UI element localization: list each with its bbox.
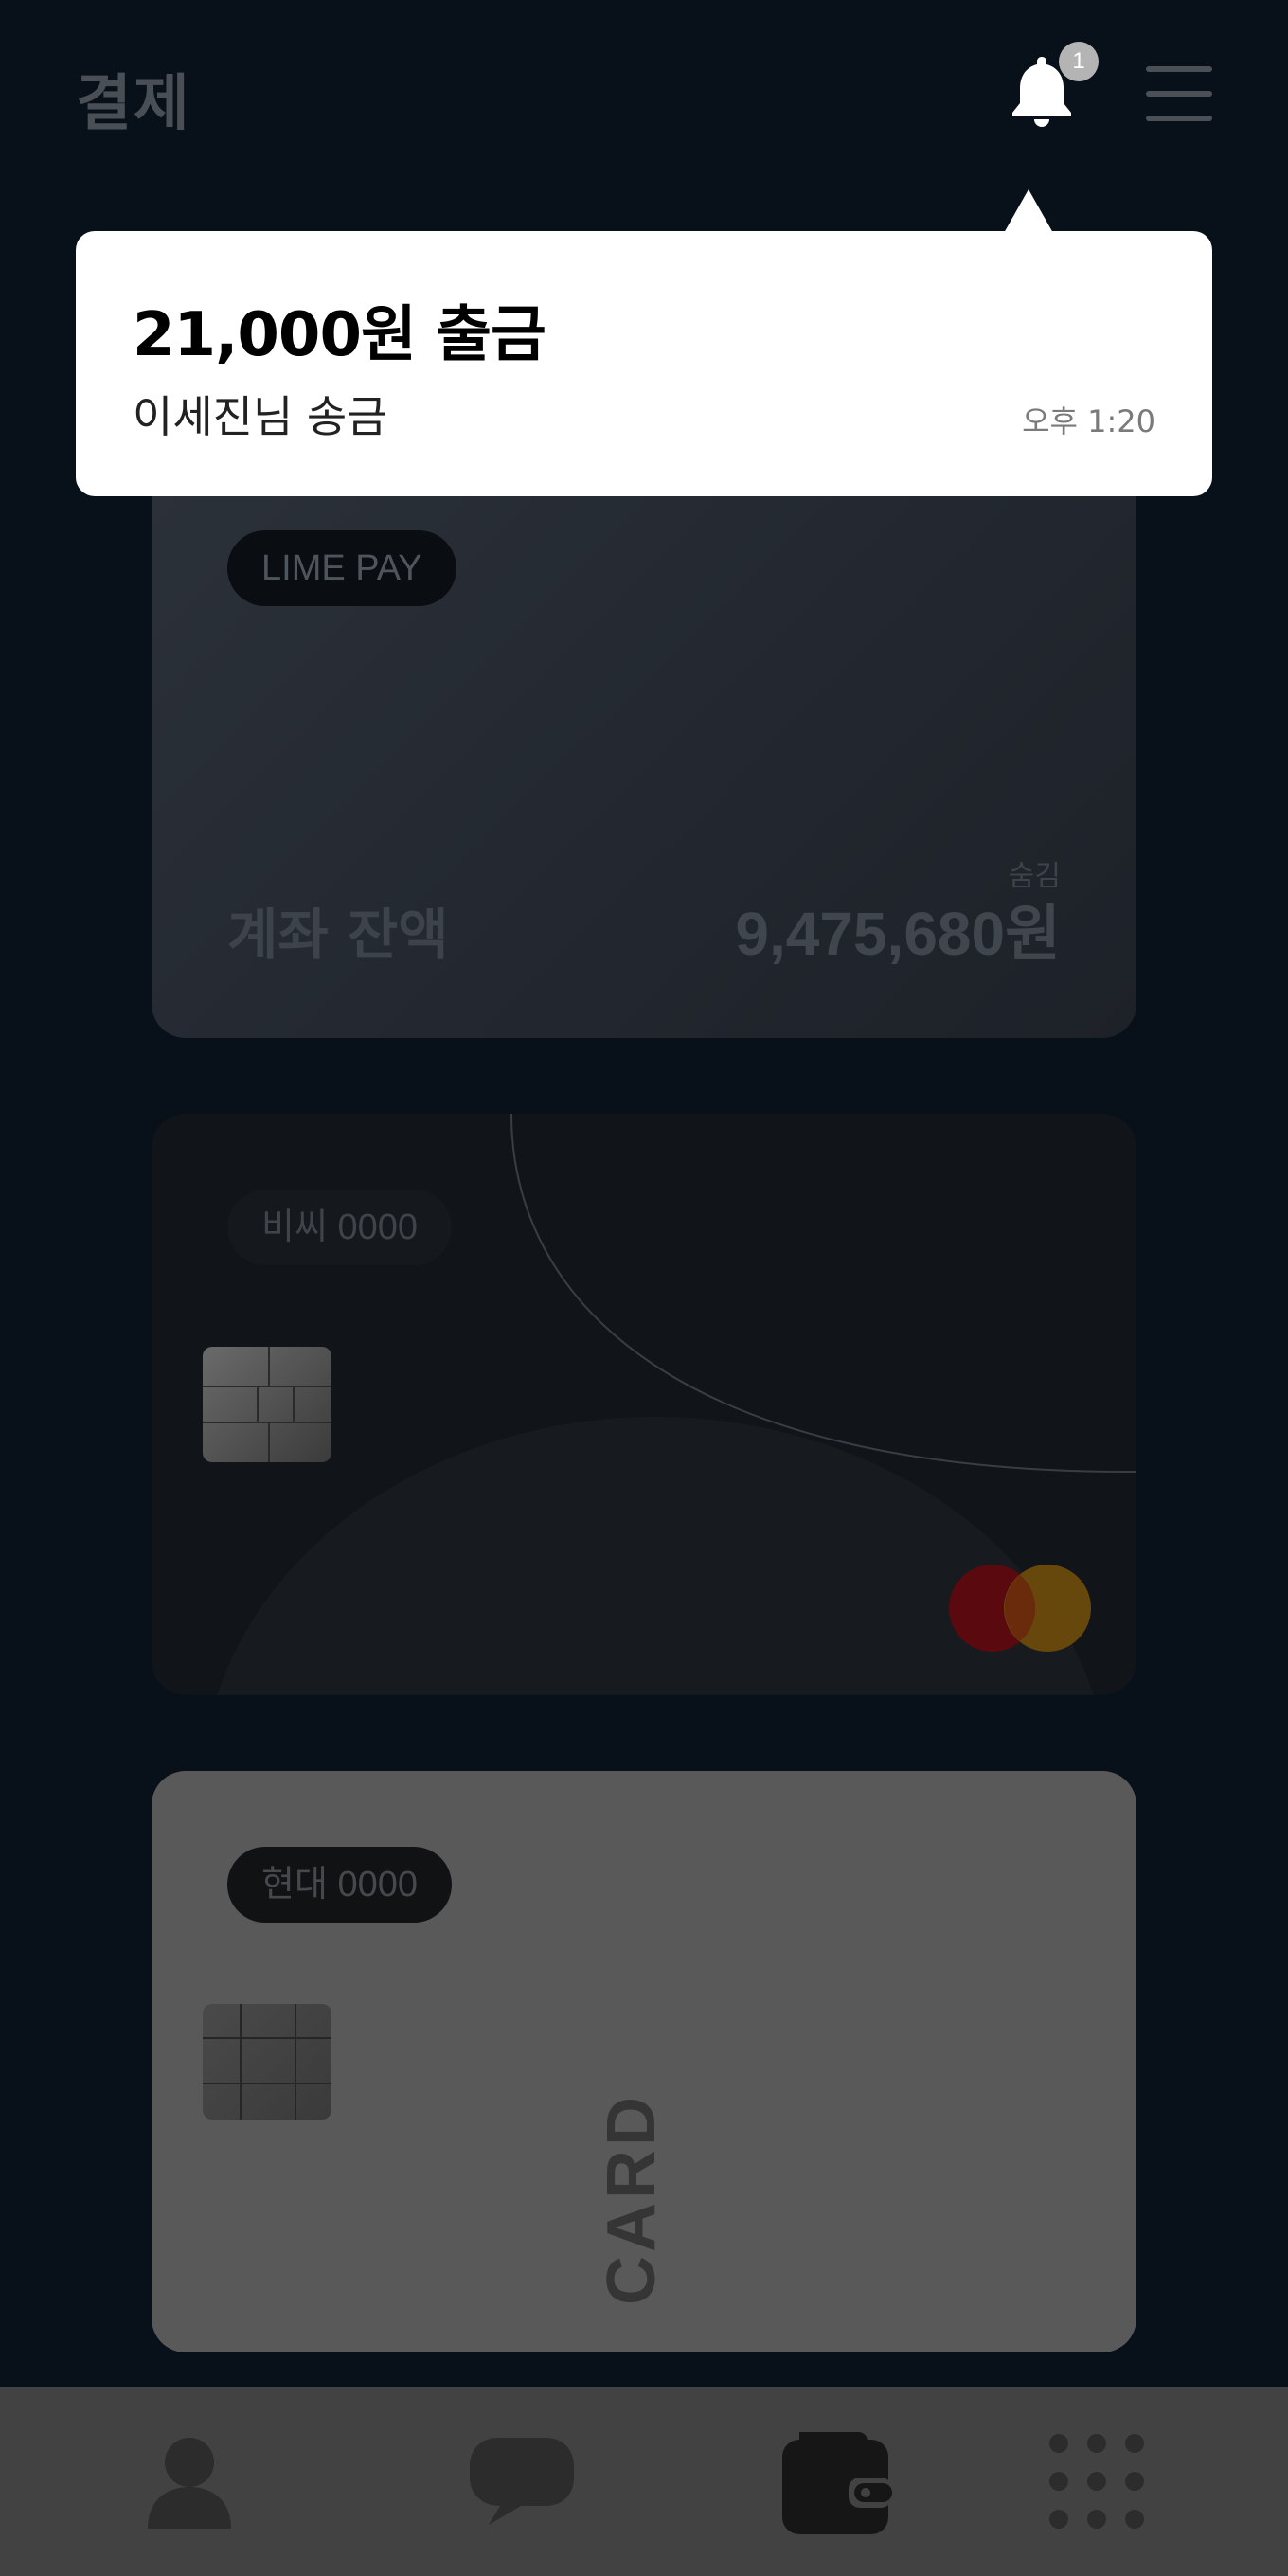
- page-title: 결제: [76, 69, 191, 139]
- nav-profile[interactable]: [133, 2424, 246, 2538]
- balance-value: 9,475,680원: [735, 900, 1061, 968]
- header: 결제 1: [0, 0, 1288, 189]
- chat-bubble-icon: [470, 2438, 574, 2525]
- card-chip-icon: [203, 1347, 331, 1462]
- popup-arrow: [1004, 189, 1053, 233]
- bottom-nav: [0, 2387, 1288, 2576]
- hyundai-card[interactable]: 현대 0000 CARD: [152, 1771, 1136, 2352]
- menu-button[interactable]: [1146, 63, 1212, 123]
- card-label-pill: LIME PAY: [227, 530, 456, 606]
- notification-time: 오후 1:20: [1022, 403, 1155, 439]
- notification-popup[interactable]: 21,000원 출금 이세진님 송금 오후 1:20: [76, 231, 1212, 496]
- notification-subtitle: 이세진님 송금: [133, 391, 387, 442]
- person-icon: [148, 2438, 231, 2529]
- card-label-pill: 현대 0000: [227, 1847, 453, 1923]
- card-label-pill: 비씨 0000: [227, 1190, 453, 1265]
- grid-dots-icon: [1049, 2434, 1144, 2529]
- bc-card[interactable]: 비씨 0000: [152, 1114, 1136, 1695]
- wallet-icon: [782, 2432, 892, 2534]
- notification-title: 21,000원 출금: [133, 300, 546, 370]
- menu-icon: [1146, 66, 1212, 72]
- balance-label: 계좌 잔액: [227, 903, 449, 967]
- mastercard-logo-icon: [949, 1565, 1091, 1652]
- card-wordmark: CARD: [594, 2093, 670, 2305]
- notification-badge: 1: [1059, 42, 1099, 81]
- nav-wallet[interactable]: [778, 2424, 892, 2538]
- card-chip-icon: [203, 2004, 331, 2120]
- nav-chat[interactable]: [460, 2424, 574, 2538]
- nav-more[interactable]: [1040, 2424, 1154, 2538]
